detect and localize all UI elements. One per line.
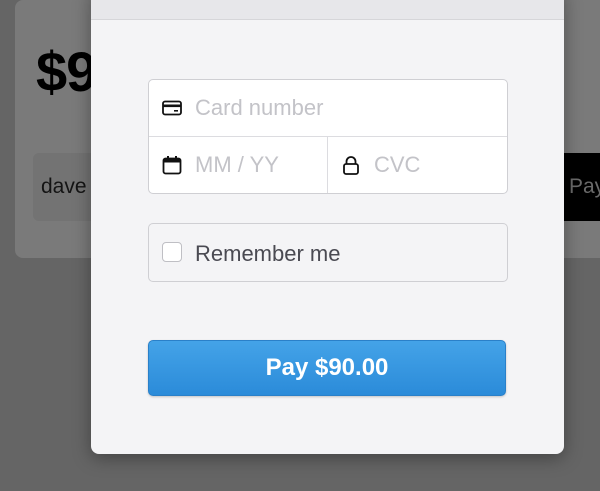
modal-header	[91, 0, 564, 20]
background-email-value: dave	[41, 175, 87, 198]
remember-me-checkbox[interactable]	[162, 242, 182, 262]
lock-icon	[341, 155, 361, 175]
expiry-cell	[149, 137, 328, 193]
cvc-input[interactable]	[374, 147, 494, 183]
cvc-cell	[328, 137, 507, 193]
payment-modal: Remember me Pay $90.00	[91, 0, 564, 454]
remember-me-label: Remember me	[195, 241, 341, 266]
card-details-group	[148, 79, 508, 194]
card-number-input[interactable]	[195, 90, 495, 126]
pay-button[interactable]: Pay $90.00	[148, 340, 506, 396]
credit-card-icon	[162, 98, 182, 118]
background-pay-label: Pay	[569, 175, 600, 198]
background-price: $9	[36, 40, 97, 103]
expiry-input[interactable]	[195, 147, 315, 183]
card-number-row	[149, 80, 507, 137]
remember-me-box[interactable]: Remember me	[148, 223, 508, 282]
calendar-icon	[162, 155, 182, 175]
